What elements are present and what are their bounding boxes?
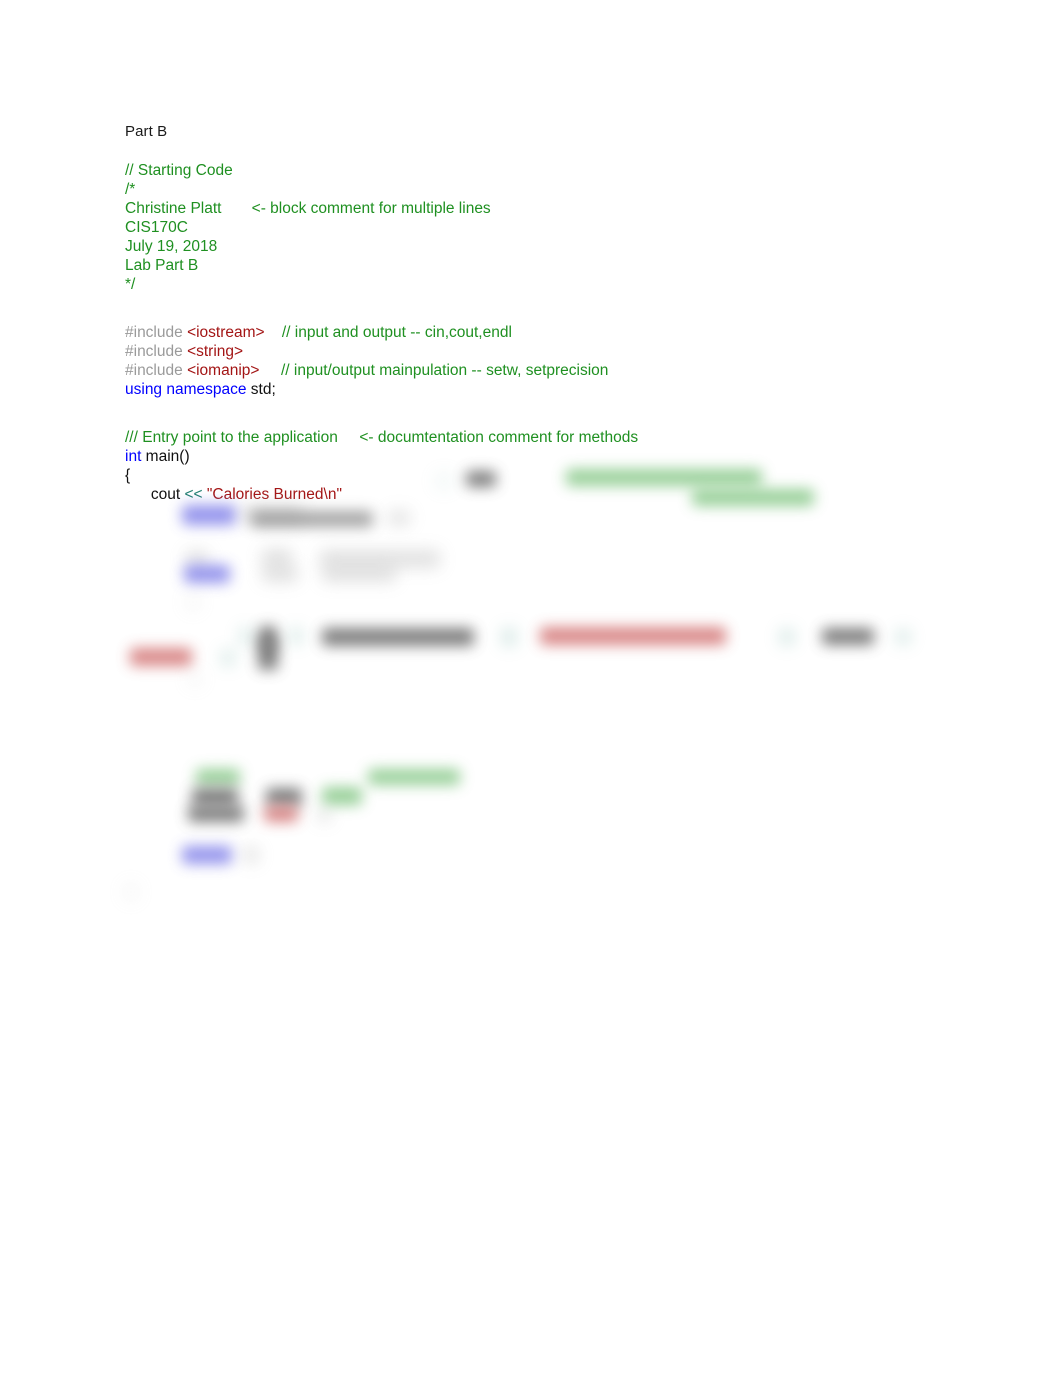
header-iostream: <iostream>	[187, 324, 265, 341]
preprocessor-directive: #include	[125, 324, 183, 341]
doc-comment-spacer	[338, 429, 360, 446]
include-comment-iomanip: // input/output mainpulation -- setw, se…	[281, 362, 609, 379]
code-line-using-namespace: using namespace std;	[125, 380, 955, 399]
include-comment-iostream: // input and output -- cin,cout,endl	[281, 324, 512, 341]
code-line-include-iomanip: #include <iomanip> // input/output mainp…	[125, 361, 955, 380]
code-line-include-iostream: #include <iostream> // input and output …	[125, 323, 955, 342]
main-signature: main()	[141, 448, 190, 465]
code-line-block-close: */	[125, 276, 136, 293]
preprocessor-directive: #include	[125, 362, 183, 379]
preprocessor-directive: #include	[125, 343, 183, 360]
page-title: Part B	[125, 123, 168, 140]
code-line-block-open: /*	[125, 181, 136, 198]
code-line-cout-calories: cout << "Calories Burned\n"	[125, 485, 955, 504]
code-line-int-main: int main()	[125, 447, 955, 466]
code-line-open-brace: {	[125, 467, 131, 484]
stream-insertion-operator: <<	[180, 486, 207, 503]
doc-comment-annotation: <- documtentation comment for methods	[359, 429, 639, 446]
code-line-comment-starting: // Starting Code	[125, 162, 233, 179]
author-name: Christine Platt	[125, 200, 222, 217]
code-line-lab: Lab Part B	[125, 257, 199, 274]
code-blank-line-2	[125, 399, 955, 418]
cout-indent	[125, 486, 151, 503]
code-line-doc-comment: /// Entry point to the application <- do…	[125, 428, 955, 447]
code-line-include-string: #include <string>	[125, 342, 955, 361]
author-annotation-spacer	[221, 200, 251, 217]
author-annotation: <- block comment for multiple lines	[251, 200, 491, 217]
code-blank-line-1	[125, 294, 955, 313]
namespace-std: std;	[246, 381, 276, 398]
code-blank-line-2b	[125, 418, 955, 428]
cout-keyword: cout	[150, 486, 181, 503]
keyword-int: int	[125, 448, 142, 465]
header-string: <string>	[187, 343, 244, 360]
document-page: Part B // Starting Code /* Christine Pla…	[0, 0, 1062, 1377]
keyword-using-namespace: using namespace	[125, 381, 247, 398]
code-blank-line-1b	[125, 313, 955, 323]
code-line-date: July 19, 2018	[125, 238, 218, 255]
header-iomanip: <iomanip>	[187, 362, 260, 379]
string-calories-burned: "Calories Burned\n"	[206, 486, 342, 503]
doc-comment-text: /// Entry point to the application	[125, 429, 338, 446]
code-line-author: Christine Platt <- block comment for mul…	[125, 199, 955, 218]
code-line-course: CIS170C	[125, 219, 188, 236]
document-body: Part B // Starting Code /* Christine Pla…	[125, 122, 955, 504]
